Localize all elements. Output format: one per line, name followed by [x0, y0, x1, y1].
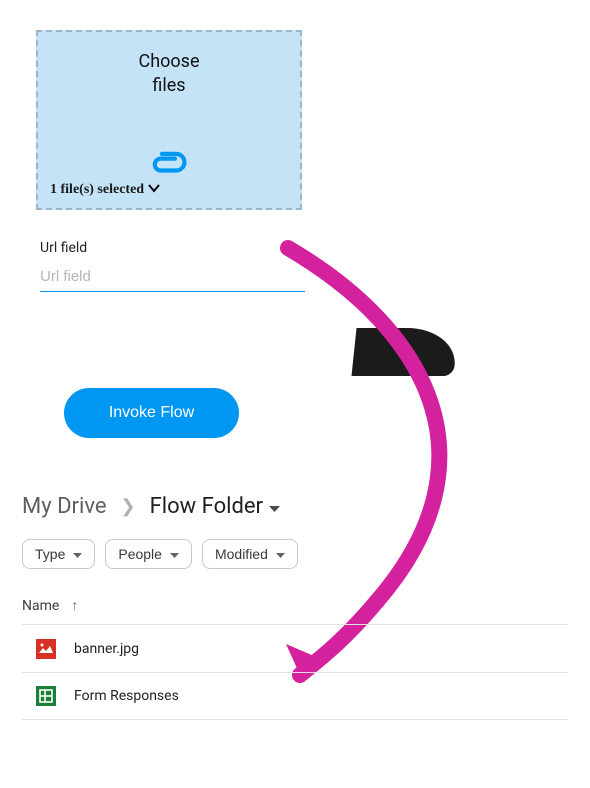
drive-panel: My Drive ❯ Flow Folder Type People Modif… — [0, 494, 590, 720]
files-selected-label[interactable]: 1 file(s) selected — [38, 182, 160, 198]
filter-type-label: Type — [35, 546, 65, 562]
column-header-name[interactable]: Name ↑ — [22, 597, 568, 614]
files-selected-text: 1 file(s) selected — [50, 182, 144, 198]
breadcrumb-current-label: Flow Folder — [150, 494, 263, 519]
chevron-down-icon — [148, 182, 160, 198]
caret-down-icon — [269, 494, 280, 519]
url-field-label: Url field — [40, 240, 305, 256]
caret-down-icon — [73, 546, 82, 562]
attachment-icon — [150, 146, 188, 176]
caret-down-icon — [276, 546, 285, 562]
file-dropzone[interactable]: Choose files 1 file(s) selected — [36, 30, 302, 210]
dropzone-label-line2: files — [152, 75, 185, 96]
url-field-group: Url field — [40, 240, 305, 292]
filter-modified-label: Modified — [215, 546, 268, 562]
file-name: banner.jpg — [74, 641, 139, 657]
image-file-icon — [36, 639, 56, 659]
breadcrumb: My Drive ❯ Flow Folder — [22, 494, 568, 519]
invoke-flow-button[interactable]: Invoke Flow — [64, 388, 239, 438]
url-input[interactable] — [40, 264, 305, 292]
dropzone-label: Choose files — [139, 50, 200, 99]
filter-people-label: People — [118, 546, 162, 562]
sheet-file-icon — [36, 686, 56, 706]
column-name-label: Name — [22, 598, 59, 614]
filter-people[interactable]: People — [105, 539, 192, 569]
filter-row: Type People Modified — [22, 539, 568, 569]
caret-down-icon — [170, 546, 179, 562]
filter-modified[interactable]: Modified — [202, 539, 298, 569]
filter-type[interactable]: Type — [22, 539, 95, 569]
file-name: Form Responses — [74, 688, 179, 704]
chevron-right-icon: ❯ — [121, 496, 136, 517]
annotation-shadow — [351, 328, 458, 376]
file-row[interactable]: banner.jpg — [22, 624, 568, 672]
dropzone-label-line1: Choose — [139, 51, 200, 72]
sort-ascending-icon: ↑ — [71, 597, 78, 614]
breadcrumb-root[interactable]: My Drive — [22, 494, 107, 519]
file-row[interactable]: Form Responses — [22, 672, 568, 720]
breadcrumb-current[interactable]: Flow Folder — [150, 494, 280, 519]
dropzone-bottom: 1 file(s) selected — [38, 146, 300, 198]
